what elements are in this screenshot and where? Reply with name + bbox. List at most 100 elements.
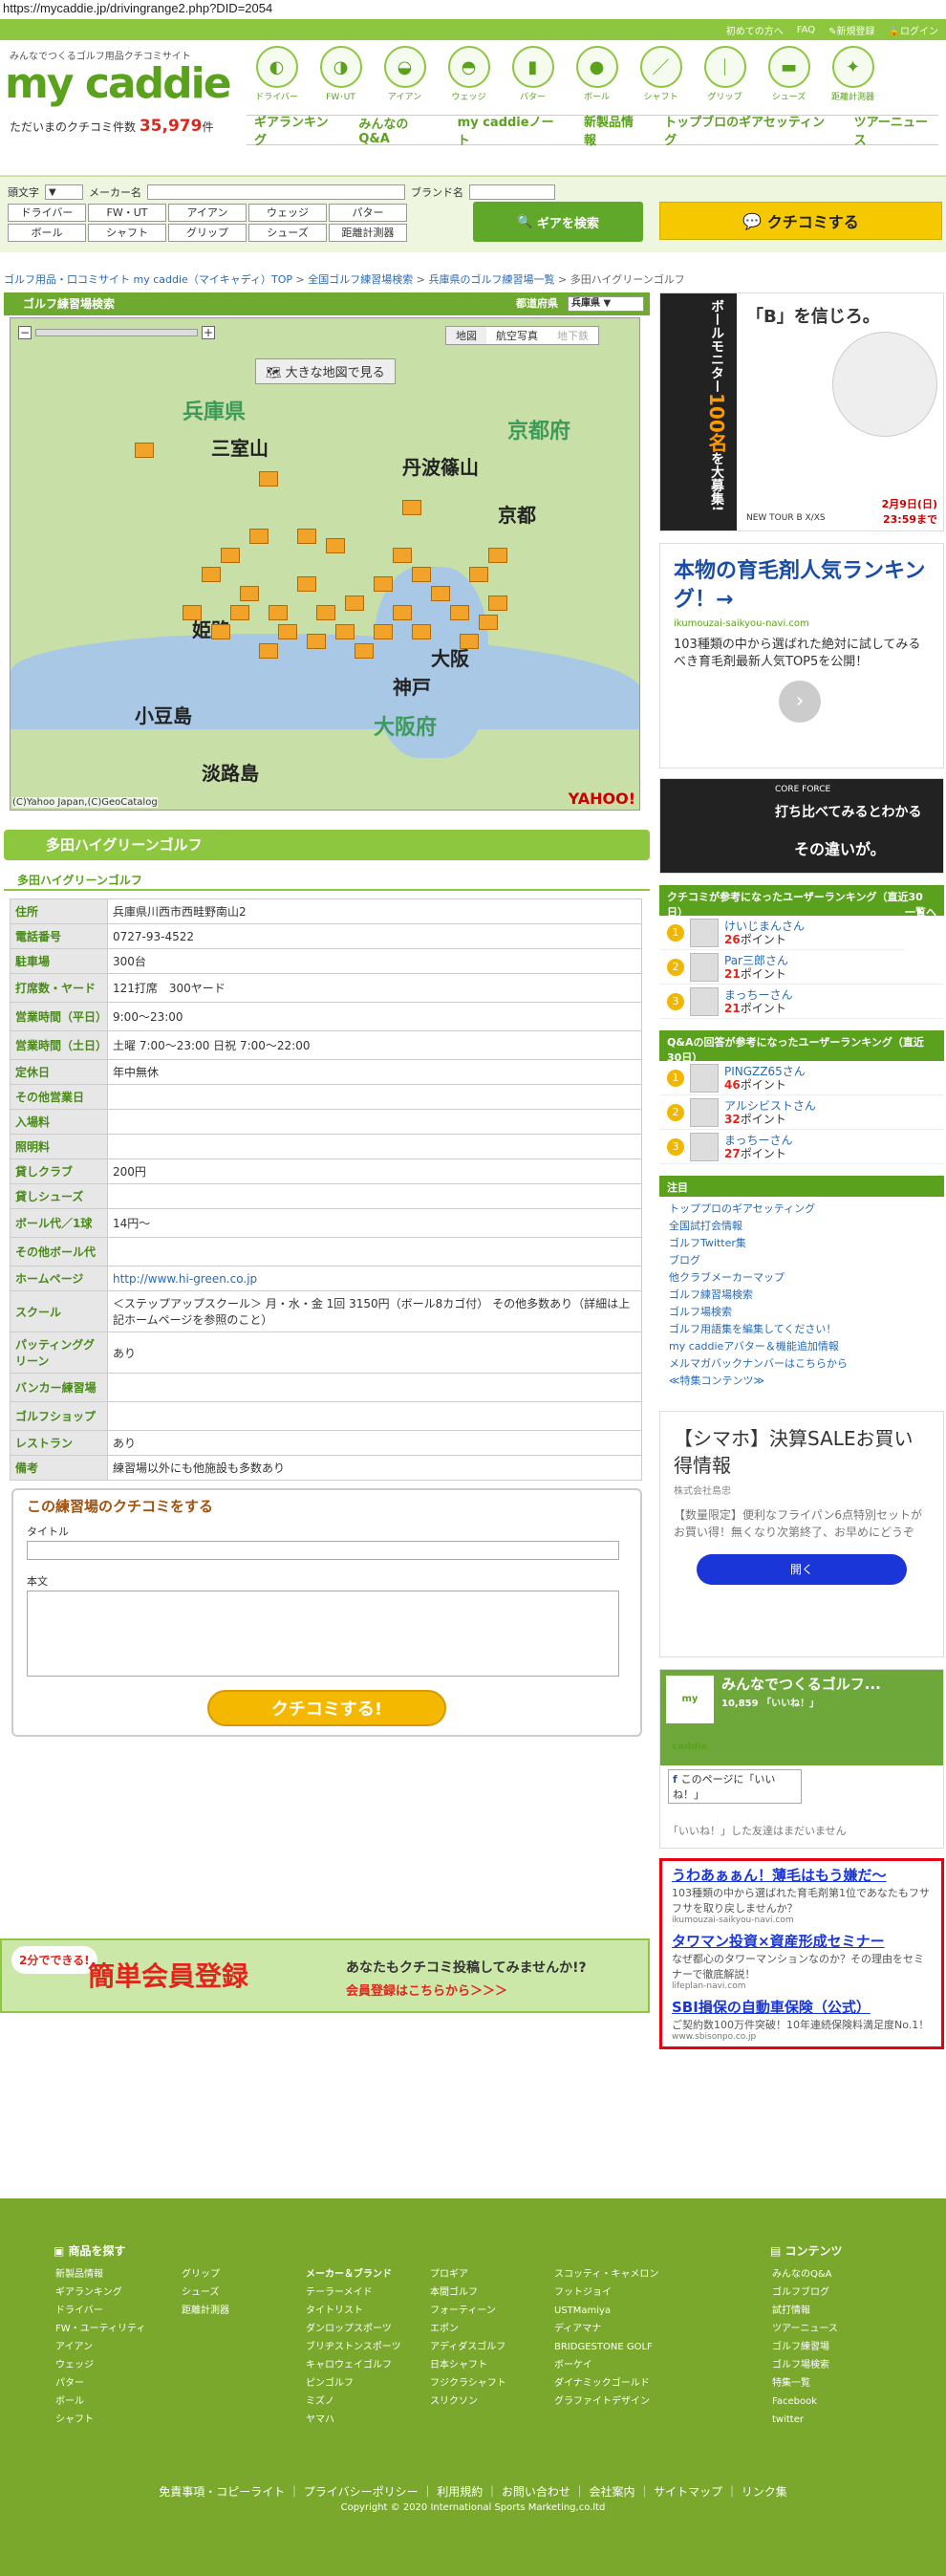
cat-7[interactable]: ｜ グリップ [695,46,755,103]
zoom-in-icon[interactable]: + [202,326,215,339]
rank1-row[interactable]: 3 まっちーさん 21ポイント [659,985,944,1019]
register-banner[interactable]: 2分でできる! 簡単会員登録 あなたもクチコミ投稿してみませんか!? 会員登録は… [0,1938,650,2013]
footer-link[interactable]: フォーティーン [430,2302,506,2320]
footer-link[interactable]: テーラーメイド [306,2284,401,2302]
rank1-more-link[interactable]: 一覧へ [905,904,936,920]
footer-link[interactable]: スコッティ・キャメロン [554,2265,658,2284]
rank2-row[interactable]: 2 アルシビストさん 32ポイント [659,1095,944,1130]
rank1-name[interactable]: けいじまんさん [724,920,805,933]
rank1-row[interactable]: 2 Par三郎さん 21ポイント [659,950,944,985]
zoom-slider[interactable] [35,329,198,336]
notice-link-3[interactable]: ブログ [669,1252,935,1269]
cat-3[interactable]: ◓ ウェッジ [439,46,499,103]
search-cat-1[interactable]: FW・UT [88,204,166,222]
footer-link[interactable]: ダイナミックゴールド [554,2374,658,2392]
nav-item-2[interactable]: my caddieノート [458,112,565,148]
title-input[interactable] [27,1541,619,1560]
footer-link[interactable]: パター [55,2374,145,2392]
map-marker[interactable] [374,576,393,592]
map-marker[interactable] [488,548,507,563]
footer-link[interactable]: アイアン [55,2338,145,2356]
submit-review-button[interactable]: クチコミする! [207,1690,446,1726]
text-ad-0[interactable]: うわあぁぁん！薄毛はもう嫌だ～ 103種類の中から選ばれた育毛剤第1位であなたもフ… [672,1865,932,1925]
rank2-row[interactable]: 3 まっちーさん 27ポイント [659,1130,944,1164]
notice-link-7[interactable]: ゴルフ用語集を編集してください！ [669,1321,935,1338]
footer-link[interactable]: twitter [772,2411,838,2429]
footer-link[interactable]: タイトリスト [306,2302,401,2320]
ad-bridgestone[interactable]: ボールモニター100名を大募集! 「B」を信じろ。 NEW TOUR B X/X… [659,292,944,531]
footer-link[interactable]: スリクソン [430,2392,506,2411]
rank1-name[interactable]: Par三郎さん [724,954,788,967]
notice-link-5[interactable]: ゴルフ練習場検索 [669,1287,935,1304]
footer-link[interactable]: 試打情報 [772,2302,838,2320]
tab-aerial[interactable]: 航空写真 [486,327,548,344]
map-marker[interactable] [374,624,393,639]
notice-link-9[interactable]: メルマガバックナンバーはこちらから [669,1355,935,1373]
info-value[interactable]: http://www.hi-green.co.jp [107,1266,642,1291]
nav-item-5[interactable]: ツアーニュース [854,112,938,148]
nav-item-0[interactable]: ギアランキング [254,112,339,148]
footer-link[interactable]: ミズノ [306,2392,401,2411]
map-marker[interactable] [202,567,221,582]
fb-like-button[interactable]: f このページに「いいね！」 [668,1769,802,1804]
cat-5[interactable]: ● ボール [567,46,627,103]
body-textarea[interactable] [27,1591,619,1677]
search-cat-0[interactable]: ドライバー [8,204,86,222]
map-marker[interactable] [326,538,345,553]
map[interactable]: 兵庫県 京都府 大阪府 京都 大阪 神戸 三室山 丹波篠山 姫路 小豆島 淡路島… [10,317,640,811]
map-marker[interactable] [431,586,450,601]
cat-9[interactable]: ✦ 距離計測器 [823,46,883,103]
footer-link[interactable]: ダンロップスポーツ [306,2320,401,2338]
notice-link-10[interactable]: ≪特集コンテンツ≫ [669,1373,935,1390]
crumb-hyogo[interactable]: 兵庫県のゴルフ練習場一覧 [428,273,554,286]
site-logo[interactable]: my caddie [5,59,232,108]
rank2-row[interactable]: 1 PINGZZ65さん 46ポイント [659,1061,944,1095]
search-cat-9[interactable]: 距離計測器 [329,224,407,242]
map-marker[interactable] [307,634,326,649]
cat-1[interactable]: ◑ FW･UT [311,46,371,103]
footer-link[interactable]: ゴルフ練習場 [772,2338,838,2356]
footer-link[interactable]: ピンゴルフ [306,2374,401,2392]
register-link[interactable]: ✎新規登録 [828,23,874,37]
notice-link-1[interactable]: 全国試打会情報 [669,1218,935,1235]
map-marker[interactable] [460,634,479,649]
footer-link[interactable]: シャフト [55,2411,145,2429]
footer-link[interactable]: メーカー＆ブランド [306,2265,401,2284]
footer-link[interactable]: シューズ [182,2284,229,2302]
pref-select[interactable]: 兵庫県 ▼ [568,296,644,312]
map-marker[interactable] [316,605,335,620]
cat-6[interactable]: ／ シャフト [631,46,691,103]
tab-map[interactable]: 地図 [446,327,486,344]
footer-link[interactable]: みんなのQ&A [772,2265,838,2284]
map-marker[interactable] [211,624,230,639]
crumb-top[interactable]: ゴルフ用品・口コミサイト my caddie（マイキャディ）TOP [4,273,292,286]
map-marker[interactable] [355,643,374,659]
map-marker[interactable] [269,605,288,620]
footer-link[interactable]: グラファイトデザイン [554,2392,658,2411]
search-cat-6[interactable]: シャフト [88,224,166,242]
footer-link[interactable]: ギアランキング [55,2284,145,2302]
footer-link[interactable]: Facebook [772,2392,838,2411]
text-ad-title[interactable]: SBI損保の自動車保険（公式） [672,1997,932,2017]
map-marker[interactable] [259,471,278,487]
map-marker[interactable] [240,586,259,601]
footer-link[interactable]: ツアーニュース [772,2320,838,2338]
map-marker[interactable] [393,605,412,620]
notice-link-0[interactable]: トッププロのギアセッティング [669,1201,935,1218]
footer-link[interactable]: ボーケイ [554,2356,658,2374]
kuchikomi-button[interactable]: 💬 クチコミする [659,202,942,240]
rank1-name[interactable]: まっちーさん [724,988,793,1002]
zoom-out-icon[interactable]: − [18,326,32,339]
map-marker[interactable] [488,595,507,611]
notice-link-2[interactable]: ゴルフTwitter集 [669,1235,935,1252]
maker-select[interactable] [147,184,405,200]
faq-link[interactable]: FAQ [797,25,815,35]
ad-coreforce[interactable]: CORE FORCE 打ち比べてみるとわかる その違いが。 [659,778,944,874]
footer-link[interactable]: ドライバー [55,2302,145,2320]
footer-link[interactable]: ゴルフ場検索 [772,2356,838,2374]
search-cat-3[interactable]: ウェッジ [248,204,327,222]
login-link[interactable]: 🔒ログイン [889,23,938,37]
search-cat-7[interactable]: グリップ [168,224,247,242]
text-ad-1[interactable]: タワマン投資×資産形成セミナー なぜ都心のタワーマンションなのか？その理由をセミナ… [672,1931,932,1991]
map-marker[interactable] [450,605,469,620]
